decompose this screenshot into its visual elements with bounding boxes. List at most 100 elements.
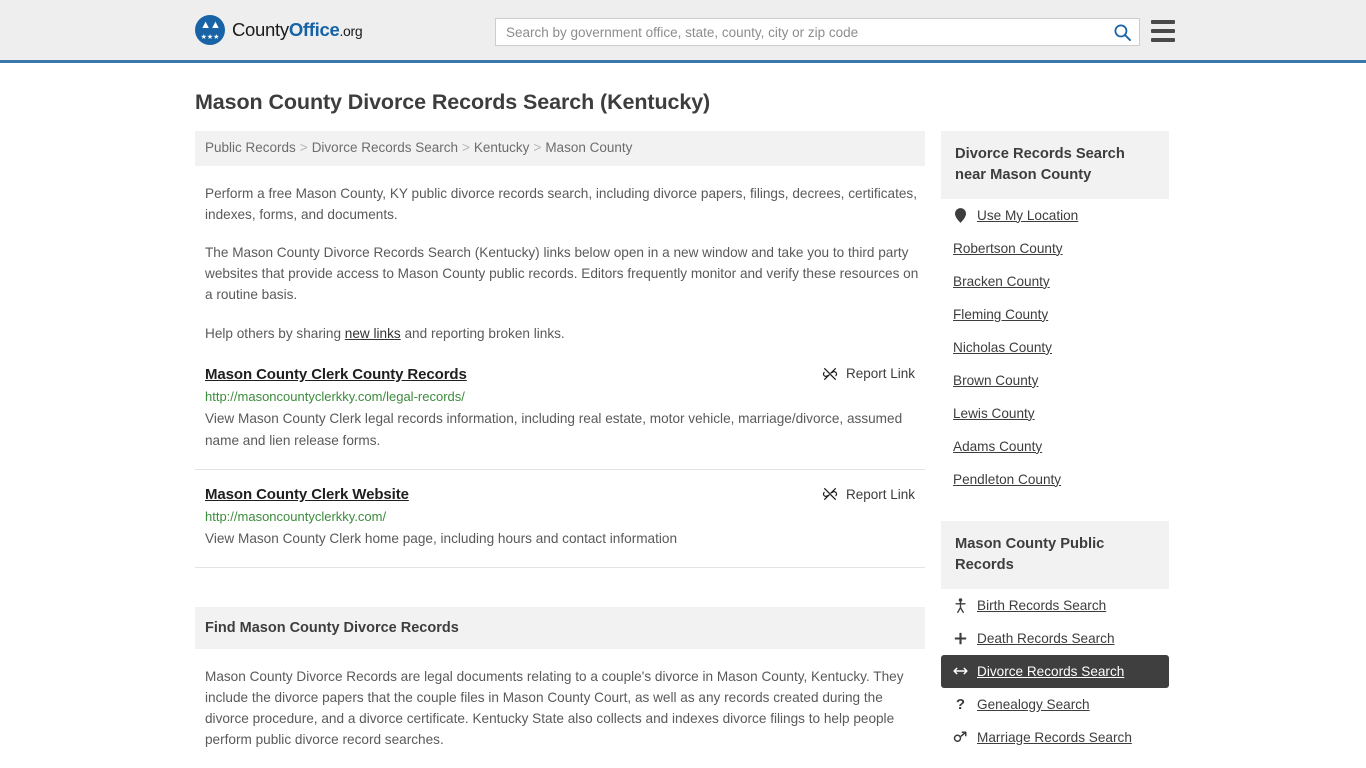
- result-description: View Mason County Clerk legal records in…: [205, 410, 903, 449]
- breadcrumb: Public Records > Divorce Records Search > Ke…: [195, 131, 925, 167]
- result-header: Mason County Clerk County Records Report…: [205, 366, 925, 383]
- record-type-label: Death Records Search: [977, 630, 1115, 646]
- list-item: Use My Location: [941, 199, 1169, 232]
- arrows-left-right-glyph: [953, 667, 968, 675]
- link-results-list: Mason County Clerk County Records Report…: [195, 366, 925, 569]
- baby-glyph: [955, 597, 966, 613]
- sidebar-item-bracken-county[interactable]: Bracken County: [941, 265, 1169, 298]
- result-item: Mason County Clerk Website Report Link h…: [195, 470, 925, 569]
- sidebar-item-fleming-county[interactable]: Fleming County: [941, 298, 1169, 331]
- countyoffice-logo-mark: ▲▲ ★★★: [195, 15, 225, 45]
- sidebar-item-genealogy-search[interactable]: ? Genealogy Search: [941, 688, 1169, 721]
- list-item: ? Genealogy Search: [941, 688, 1169, 721]
- breadcrumb-item-divorce-records-search[interactable]: Divorce Records Search: [312, 140, 458, 155]
- site-logo[interactable]: ▲▲ ★★★ CountyOffice.org: [195, 15, 363, 45]
- list-item: Robertson County: [941, 232, 1169, 265]
- report-link-label: Report Link: [845, 366, 915, 382]
- map-pin-icon: [953, 207, 968, 223]
- find-records-body: Mason County Divorce Records are legal d…: [195, 666, 925, 768]
- stars-icon: ★★★: [200, 34, 220, 41]
- breadcrumb-item-mason-county[interactable]: Mason County: [545, 140, 632, 155]
- public-records-list: Birth Records Search Death Records Searc…: [941, 589, 1169, 754]
- sidebar-item-divorce-records-search[interactable]: Divorce Records Search: [941, 654, 1169, 688]
- site-header: ▲▲ ★★★ CountyOffice.org: [0, 0, 1366, 63]
- result-url[interactable]: http://masoncountyclerkky.com/: [205, 509, 925, 524]
- cross-icon: [953, 632, 968, 645]
- breadcrumb-item-public-records[interactable]: Public Records: [205, 140, 296, 155]
- page-content: Mason County Divorce Records Search (Ken…: [0, 90, 1366, 768]
- cross-glyph: [954, 632, 967, 644]
- sidebar-item-marriage-records-search[interactable]: Marriage Records Search: [941, 721, 1169, 754]
- use-my-location-link[interactable]: Use My Location: [941, 199, 1169, 232]
- county-label: Adams County: [953, 438, 1043, 454]
- breadcrumb-separator: >: [462, 140, 470, 155]
- list-item: Brown County: [941, 364, 1169, 397]
- result-description: View Mason County Clerk home page, inclu…: [205, 531, 678, 547]
- county-label: Fleming County: [953, 306, 1049, 322]
- logo-office-text: Office: [288, 19, 340, 40]
- list-item: Adams County: [941, 430, 1169, 463]
- sidebar-item-death-records-search[interactable]: Death Records Search: [941, 622, 1169, 655]
- intro-paragraph-3: Help others by sharing new links and rep…: [205, 323, 919, 344]
- search-button[interactable]: [1105, 19, 1139, 45]
- sidebar-item-birth-records-search[interactable]: Birth Records Search: [941, 589, 1169, 622]
- county-label: Robertson County: [953, 240, 1063, 256]
- baby-icon: [953, 597, 968, 613]
- broken-link-icon: [822, 488, 837, 501]
- sidebar-item-brown-county[interactable]: Brown County: [941, 364, 1169, 397]
- list-item: Bracken County: [941, 265, 1169, 298]
- venus-mars-glyph: [953, 731, 967, 742]
- nearby-counties-list: Use My Location Robertson County Bracken…: [941, 199, 1169, 496]
- result-item: Mason County Clerk County Records Report…: [195, 366, 925, 471]
- sidebar-item-robertson-county[interactable]: Robertson County: [941, 232, 1169, 265]
- sidebar: Divorce Records Search near Mason County…: [941, 131, 1169, 768]
- hamburger-bar: [1151, 38, 1175, 42]
- result-header: Mason County Clerk Website Report Link: [205, 486, 925, 503]
- report-link-label: Report Link: [845, 486, 915, 502]
- arrows-left-right-icon: [953, 665, 968, 677]
- public-records-block: Mason County Public Records Birth Record…: [941, 520, 1169, 754]
- record-type-label: Genealogy Search: [977, 696, 1090, 712]
- find-records-heading: Find Mason County Divorce Records: [195, 607, 925, 650]
- result-title-link[interactable]: Mason County Clerk County Records: [205, 366, 467, 383]
- site-search: [495, 18, 1140, 46]
- sidebar-item-nicholas-county[interactable]: Nicholas County: [941, 331, 1169, 364]
- county-label: Lewis County: [953, 405, 1035, 421]
- share-text-after: and reporting broken links.: [400, 325, 565, 341]
- list-item: Divorce Records Search: [941, 654, 1169, 688]
- sidebar-item-adams-county[interactable]: Adams County: [941, 430, 1169, 463]
- list-item: Nicholas County: [941, 331, 1169, 364]
- logo-county-text: County: [232, 19, 289, 40]
- report-link-button[interactable]: Report Link: [822, 486, 925, 502]
- county-label: Pendleton County: [953, 471, 1062, 487]
- list-item: Lewis County: [941, 397, 1169, 430]
- hamburger-bar: [1151, 29, 1175, 33]
- content-columns: Public Records > Divorce Records Search > Ke…: [195, 131, 1366, 768]
- record-type-label: Marriage Records Search: [977, 729, 1132, 745]
- breadcrumb-item-kentucky[interactable]: Kentucky: [474, 140, 530, 155]
- page-title: Mason County Divorce Records Search (Ken…: [195, 90, 711, 114]
- record-type-label: Divorce Records Search: [977, 663, 1125, 679]
- use-my-location-label: Use My Location: [977, 207, 1079, 223]
- result-url[interactable]: http://masoncountyclerkky.com/legal-reco…: [205, 389, 925, 404]
- new-links-link[interactable]: new links: [345, 326, 401, 341]
- eagle-icon: ▲▲: [200, 19, 221, 31]
- list-item: Pendleton County: [941, 463, 1169, 496]
- breadcrumb-separator: >: [533, 140, 542, 155]
- sidebar-item-lewis-county[interactable]: Lewis County: [941, 397, 1169, 430]
- nearby-searches-heading: Divorce Records Search near Mason County: [941, 131, 1169, 199]
- hamburger-menu-icon[interactable]: [1151, 20, 1175, 42]
- county-label: Nicholas County: [953, 339, 1052, 355]
- sidebar-item-pendleton-county[interactable]: Pendleton County: [941, 463, 1169, 496]
- report-link-button[interactable]: Report Link: [822, 366, 925, 382]
- result-title-link[interactable]: Mason County Clerk Website: [205, 486, 409, 503]
- breadcrumb-separator: >: [299, 140, 308, 155]
- find-records-paragraph: Mason County Divorce Records are legal d…: [205, 669, 904, 748]
- intro-paragraph-1: Perform a free Mason County, KY public d…: [205, 186, 917, 223]
- list-item: Marriage Records Search: [941, 721, 1169, 754]
- hamburger-bar: [1151, 20, 1175, 24]
- county-label: Bracken County: [953, 273, 1050, 289]
- map-pin-glyph: [955, 207, 966, 223]
- question-mark-icon: ?: [955, 695, 966, 713]
- search-input[interactable]: [496, 19, 1105, 45]
